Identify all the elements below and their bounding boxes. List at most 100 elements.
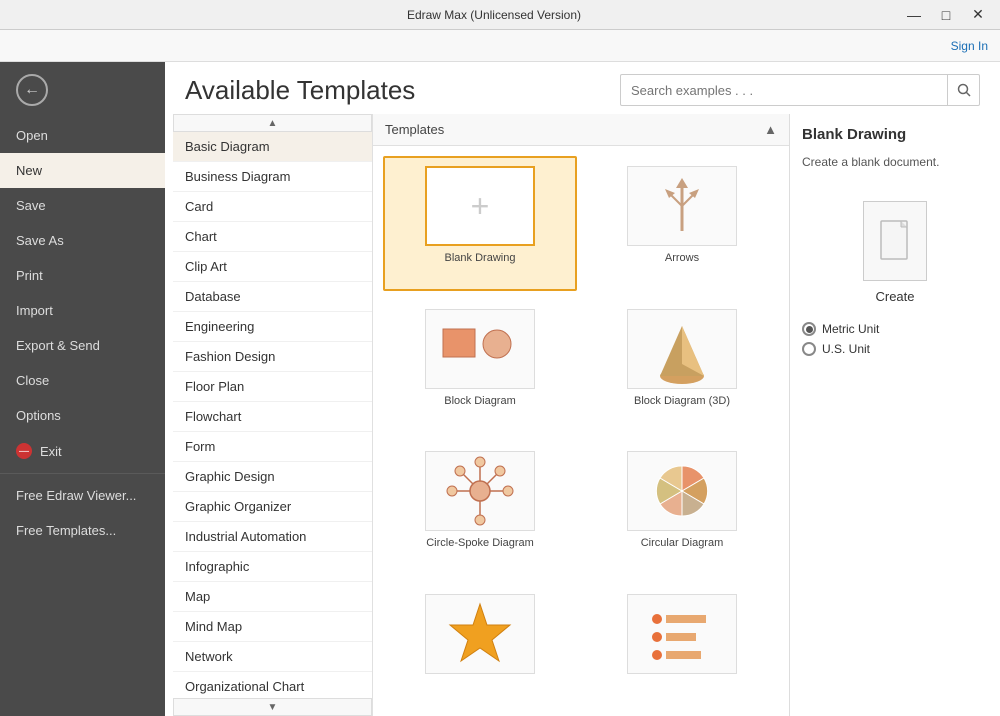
main-layout: ← Open New Save Save As Print Import Exp…	[0, 62, 1000, 716]
sidebar-label-open: Open	[16, 128, 48, 143]
category-scroll-up[interactable]: ▲	[173, 114, 372, 132]
create-button-container: Create	[802, 201, 988, 304]
sidebar-item-import[interactable]: Import	[0, 293, 165, 328]
right-panel: Blank Drawing Create a blank document. C…	[790, 114, 1000, 716]
sidebar-item-new[interactable]: New	[0, 153, 165, 188]
back-button[interactable]: ←	[16, 74, 48, 106]
category-industrial-automation[interactable]: Industrial Automation	[173, 522, 372, 552]
exit-icon: —	[16, 443, 32, 459]
block-diagram-thumb	[425, 309, 535, 389]
arrows-thumb	[627, 166, 737, 246]
circular-diagram-thumb	[627, 451, 737, 531]
metric-unit-label: Metric Unit	[822, 322, 879, 336]
sidebar-item-save[interactable]: Save	[0, 188, 165, 223]
category-mind-map[interactable]: Mind Map	[173, 612, 372, 642]
content-body: ▲ Basic Diagram Business Diagram Card Ch…	[165, 114, 1000, 716]
us-radio[interactable]	[802, 342, 816, 356]
search-input[interactable]	[621, 77, 947, 104]
sidebar-item-print[interactable]: Print	[0, 258, 165, 293]
sidebar-item-free-templates[interactable]: Free Templates...	[0, 513, 165, 548]
us-unit-option[interactable]: U.S. Unit	[802, 342, 988, 356]
sidebar-divider	[0, 473, 165, 474]
sidebar-label-export: Export & Send	[16, 338, 100, 353]
category-chart[interactable]: Chart	[173, 222, 372, 252]
template-circle-spoke[interactable]: Circle-Spoke Diagram	[383, 441, 577, 576]
template-label-circular: Circular Diagram	[641, 537, 724, 549]
close-button[interactable]: ✕	[964, 5, 992, 25]
category-form[interactable]: Form	[173, 432, 372, 462]
templates-scroll-up-header[interactable]: ▲	[764, 122, 777, 137]
bar-list-icon	[642, 599, 722, 669]
sidebar-item-save-as[interactable]: Save As	[0, 223, 165, 258]
metric-unit-option[interactable]: Metric Unit	[802, 322, 988, 336]
template-block-diagram[interactable]: Block Diagram	[383, 299, 577, 434]
templates-label: Templates	[385, 122, 444, 137]
category-infographic[interactable]: Infographic	[173, 552, 372, 582]
us-unit-label: U.S. Unit	[822, 342, 870, 356]
category-graphic-organizer[interactable]: Graphic Organizer	[173, 492, 372, 522]
minimize-button[interactable]: —	[900, 5, 928, 25]
template-circular-diagram[interactable]: Circular Diagram	[585, 441, 779, 576]
sidebar-item-open[interactable]: Open	[0, 118, 165, 153]
template-label-block3d: Block Diagram (3D)	[634, 395, 730, 407]
metric-radio[interactable]	[802, 322, 816, 336]
template-label-arrows: Arrows	[665, 252, 699, 264]
right-panel-description: Create a blank document.	[802, 153, 988, 171]
category-panel: ▲ Basic Diagram Business Diagram Card Ch…	[173, 114, 373, 716]
sidebar-label-close: Close	[16, 373, 49, 388]
content-area: Available Templates ▲ Basic Diagram	[165, 62, 1000, 716]
templates-panel: Templates ▲ + Blank Drawing	[373, 114, 790, 716]
sidebar-label-import: Import	[16, 303, 53, 318]
sidebar-back-area: ←	[0, 62, 165, 118]
sidebar-item-close[interactable]: Close	[0, 363, 165, 398]
sidebar-item-free-viewer[interactable]: Free Edraw Viewer...	[0, 478, 165, 513]
category-map[interactable]: Map	[173, 582, 372, 612]
category-flowchart[interactable]: Flowchart	[173, 402, 372, 432]
category-scroll-down[interactable]: ▼	[173, 698, 372, 716]
block-diagram-icon	[435, 314, 525, 384]
template-star[interactable]	[383, 584, 577, 707]
maximize-button[interactable]: □	[932, 5, 960, 25]
category-network[interactable]: Network	[173, 642, 372, 672]
template-label-circlespoke: Circle-Spoke Diagram	[426, 537, 534, 549]
sidebar-label-print: Print	[16, 268, 43, 283]
sidebar-item-options[interactable]: Options	[0, 398, 165, 433]
category-engineering[interactable]: Engineering	[173, 312, 372, 342]
category-graphic-design[interactable]: Graphic Design	[173, 462, 372, 492]
template-arrows[interactable]: Arrows	[585, 156, 779, 291]
sidebar-label-save-as: Save As	[16, 233, 64, 248]
sidebar-label-save: Save	[16, 198, 46, 213]
template-block-diagram-3d[interactable]: Block Diagram (3D)	[585, 299, 779, 434]
sidebar: ← Open New Save Save As Print Import Exp…	[0, 62, 165, 716]
window-title: Edraw Max (Unlicensed Version)	[88, 8, 900, 22]
circle-spoke-icon	[435, 456, 525, 526]
blank-drawing-thumb: +	[425, 166, 535, 246]
search-box	[620, 74, 980, 106]
sidebar-item-exit[interactable]: — Exit	[0, 433, 165, 469]
sidebar-label-options: Options	[16, 408, 61, 423]
template-label-block: Block Diagram	[444, 395, 516, 407]
category-business-diagram[interactable]: Business Diagram	[173, 162, 372, 192]
create-button[interactable]	[863, 201, 927, 281]
category-fashion-design[interactable]: Fashion Design	[173, 342, 372, 372]
sign-in-link[interactable]: Sign In	[951, 39, 988, 53]
sidebar-item-export[interactable]: Export & Send	[0, 328, 165, 363]
plus-icon: +	[471, 188, 490, 225]
category-database[interactable]: Database	[173, 282, 372, 312]
templates-grid: + Blank Drawing	[373, 146, 789, 716]
window-controls: — □ ✕	[900, 5, 992, 25]
templates-header: Templates ▲	[373, 114, 789, 146]
search-button[interactable]	[947, 75, 979, 105]
template-bar-list[interactable]	[585, 584, 779, 707]
sidebar-label-new: New	[16, 163, 42, 178]
right-panel-title: Blank Drawing	[802, 126, 988, 143]
category-clip-art[interactable]: Clip Art	[173, 252, 372, 282]
category-basic-diagram[interactable]: Basic Diagram	[173, 132, 372, 162]
category-card[interactable]: Card	[173, 192, 372, 222]
arrows-icon	[647, 176, 717, 236]
sidebar-label-free-templates: Free Templates...	[16, 523, 116, 538]
category-floor-plan[interactable]: Floor Plan	[173, 372, 372, 402]
bar-list-thumb	[627, 594, 737, 674]
document-icon	[877, 219, 913, 263]
template-blank-drawing[interactable]: + Blank Drawing	[383, 156, 577, 291]
